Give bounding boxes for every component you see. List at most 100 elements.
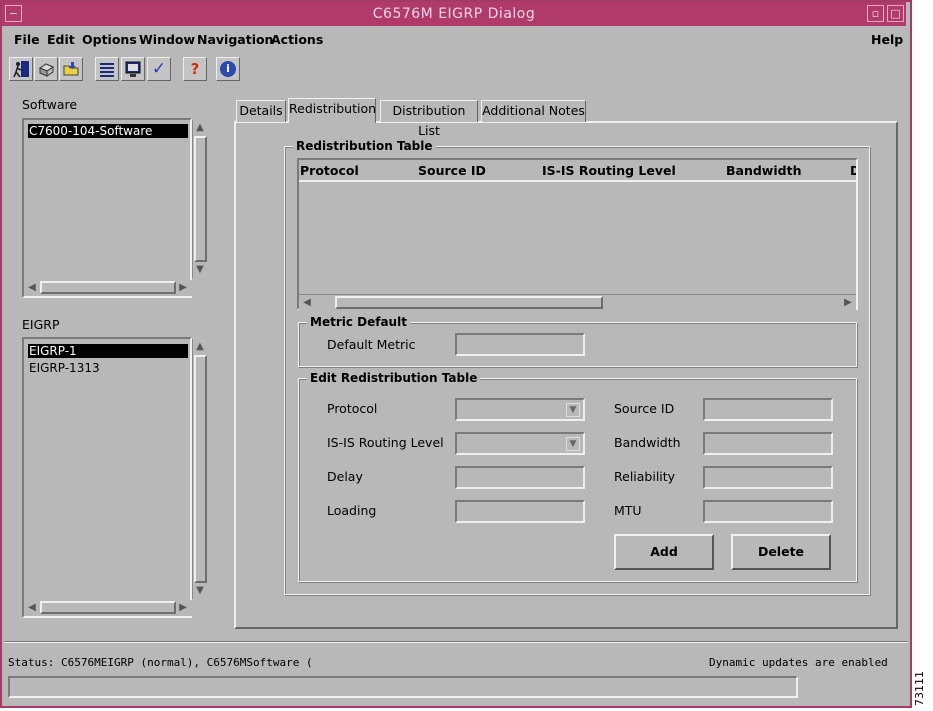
scroll-left-icon[interactable]: ◀ — [25, 281, 39, 295]
eigrp-list[interactable]: EIGRP-1 EIGRP-1313 — [22, 337, 192, 618]
tab-details-label: Details — [239, 103, 283, 118]
scroll-left-icon[interactable]: ◀ — [300, 296, 314, 310]
mtu-field[interactable] — [703, 500, 833, 523]
column-header-source-id[interactable]: Source ID — [418, 163, 486, 178]
window-menu-icon: − — [8, 7, 19, 20]
dynamic-updates-text: Dynamic updates are enabled — [709, 656, 888, 669]
list-view-button[interactable] — [95, 57, 119, 81]
scroll-down-icon[interactable]: ▼ — [193, 584, 207, 598]
scroll-left-icon[interactable]: ◀ — [25, 601, 39, 615]
help-question-icon: ? — [190, 60, 200, 78]
eigrp-vscroll-thumb[interactable] — [194, 355, 207, 583]
column-header-isis-level[interactable]: IS-IS Routing Level — [542, 163, 676, 178]
maximize-icon: □ — [890, 7, 901, 20]
status-separator — [4, 641, 908, 643]
scroll-right-icon[interactable]: ▶ — [841, 296, 855, 310]
tab-additional-notes-label: Additional Notes — [482, 103, 585, 118]
monitor-button[interactable] — [121, 57, 145, 81]
menu-navigation[interactable]: Navigation — [197, 32, 273, 47]
tab-additional-notes[interactable]: Additional Notes — [481, 100, 586, 122]
delay-field[interactable] — [455, 466, 585, 489]
menu-options[interactable]: Options — [82, 32, 137, 47]
reliability-label: Reliability — [614, 469, 676, 484]
eigrp-list-item[interactable]: EIGRP-1 — [28, 344, 188, 358]
eigrp-hscroll-thumb[interactable] — [40, 601, 176, 614]
column-header-protocol[interactable]: Protocol — [300, 163, 359, 178]
exit-icon — [13, 61, 29, 78]
source-id-label: Source ID — [614, 401, 675, 416]
scroll-right-icon[interactable]: ▶ — [176, 601, 190, 615]
redistribution-table-title: Redistribution Table — [293, 139, 436, 153]
tab-redistribution-label: Redistribution — [289, 101, 377, 116]
checkmark-icon: ✓ — [151, 59, 167, 79]
title-bar[interactable]: C6576M EIGRP Dialog — [2, 2, 906, 26]
isis-routing-level-label: IS-IS Routing Level — [327, 435, 444, 450]
window-title: C6576M EIGRP Dialog — [372, 6, 536, 22]
list-icon — [100, 63, 114, 77]
print-icon — [38, 63, 55, 77]
validate-button[interactable]: ✓ — [147, 57, 171, 81]
default-metric-field[interactable] — [455, 333, 585, 356]
table-hscroll[interactable]: ◀ ▶ — [299, 294, 856, 310]
source-id-field[interactable] — [703, 398, 833, 421]
software-list[interactable]: C7600-104-Software — [22, 118, 192, 298]
column-header-bandwidth[interactable]: Bandwidth — [726, 163, 801, 178]
figure-number: 73111 — [913, 671, 926, 706]
tab-redistribution[interactable]: Redistribution — [288, 98, 376, 123]
menu-bar — [2, 28, 906, 52]
eigrp-hscroll[interactable]: ◀ ▶ — [24, 600, 192, 616]
software-vscroll-thumb[interactable] — [194, 136, 207, 262]
menu-actions[interactable]: Actions — [271, 32, 323, 47]
minimize-button[interactable]: ▫ — [867, 5, 884, 22]
protocol-combobox[interactable]: ▼ — [455, 398, 585, 421]
edit-redistribution-title: Edit Redistribution Table — [307, 371, 481, 385]
software-vscroll[interactable]: ▲ ▼ — [192, 120, 208, 278]
isis-routing-level-combobox[interactable]: ▼ — [455, 432, 585, 455]
figure-number-container: 73111 — [912, 668, 930, 708]
eigrp-list-item[interactable]: EIGRP-1313 — [28, 361, 188, 375]
default-metric-label: Default Metric — [327, 337, 416, 352]
open-folder-icon — [63, 62, 79, 76]
message-bar — [8, 676, 798, 698]
info-button[interactable]: i — [216, 57, 240, 81]
scroll-up-icon[interactable]: ▲ — [193, 121, 207, 135]
open-folder-button[interactable] — [59, 57, 83, 81]
tab-details[interactable]: Details — [236, 100, 286, 122]
protocol-label: Protocol — [327, 401, 378, 416]
status-text: Status: C6576MEIGRP (normal), C6576MSoft… — [8, 656, 313, 669]
window-menu-button[interactable]: − — [5, 5, 22, 22]
table-hscroll-thumb[interactable] — [335, 296, 603, 309]
print-button[interactable] — [34, 57, 58, 81]
reliability-field[interactable] — [703, 466, 833, 489]
menu-window[interactable]: Window — [139, 32, 195, 47]
menu-file[interactable]: File — [14, 32, 40, 47]
chevron-down-icon[interactable]: ▼ — [566, 403, 580, 417]
bandwidth-field[interactable] — [703, 432, 833, 455]
loading-field[interactable] — [455, 500, 585, 523]
eigrp-vscroll[interactable]: ▲ ▼ — [192, 339, 208, 599]
eigrp-label: EIGRP — [22, 317, 60, 332]
metric-default-title: Metric Default — [307, 315, 410, 329]
software-hscroll-thumb[interactable] — [40, 281, 176, 294]
maximize-button[interactable]: □ — [887, 5, 904, 22]
help-button[interactable]: ? — [183, 57, 207, 81]
chevron-down-icon[interactable]: ▼ — [566, 437, 580, 451]
scroll-down-icon[interactable]: ▼ — [193, 263, 207, 277]
menu-edit[interactable]: Edit — [47, 32, 75, 47]
software-label: Software — [22, 97, 78, 112]
delete-button[interactable]: Delete — [731, 534, 831, 570]
menu-help[interactable]: Help — [871, 32, 903, 47]
column-header-delay[interactable]: D — [850, 163, 856, 178]
info-icon: i — [220, 61, 236, 77]
software-hscroll[interactable]: ◀ ▶ — [24, 280, 192, 296]
exit-button[interactable] — [9, 57, 33, 81]
minimize-icon: ▫ — [871, 7, 880, 20]
add-button[interactable]: Add — [614, 534, 714, 570]
scroll-right-icon[interactable]: ▶ — [176, 281, 190, 295]
mtu-label: MTU — [614, 503, 642, 518]
delay-label: Delay — [327, 469, 363, 484]
tab-distribution-list[interactable]: Distribution List — [380, 100, 478, 138]
scroll-up-icon[interactable]: ▲ — [193, 340, 207, 354]
software-list-item[interactable]: C7600-104-Software — [28, 124, 188, 138]
monitor-icon — [125, 61, 141, 77]
